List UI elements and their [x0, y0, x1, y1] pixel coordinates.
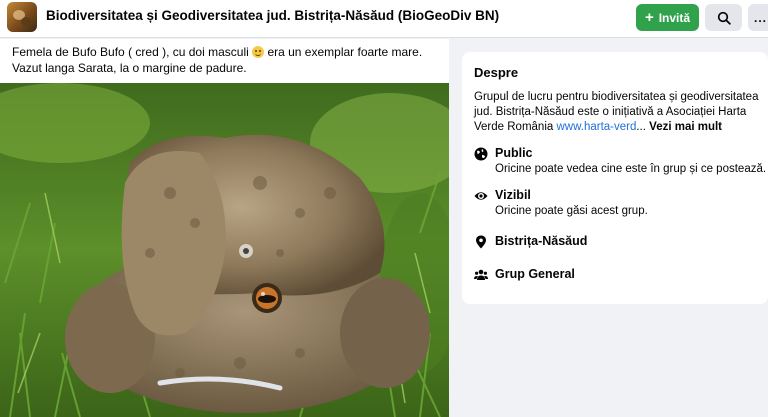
post-card: Femela de Bufo Bufo ( cred ), cu doi mas… — [0, 39, 449, 417]
smile-emoji-icon — [252, 46, 265, 58]
visibility-description: Oricine poate găsi acest grup. — [495, 205, 648, 217]
post-photo[interactable] — [0, 83, 449, 417]
privacy-label: Public — [495, 146, 533, 160]
invite-button[interactable]: + Invită — [636, 4, 699, 31]
about-description: Grupul de lucru pentru biodiversitatea ș… — [474, 90, 766, 135]
visibility-label: Vizibil — [495, 188, 531, 202]
see-more-link[interactable]: Vezi mai mult — [649, 121, 722, 133]
post-text: Femela de Bufo Bufo ( cred ), cu doi mas… — [12, 44, 440, 76]
harta-verde-link[interactable]: www.harta-verd — [556, 121, 636, 133]
privacy-description: Oricine poate vedea cine este în grup și… — [495, 163, 767, 175]
about-ellipsis: ... — [636, 121, 646, 133]
location-pin-icon — [476, 235, 486, 249]
group-header: Biodiversitatea și Geodiversitatea jud. … — [0, 0, 768, 38]
invite-label: Invită — [658, 10, 691, 25]
more-options-label: ... — [754, 10, 768, 25]
post-text-part-1: Femela de Bufo Bufo ( cred ), cu doi mas… — [12, 45, 253, 59]
about-title: Despre — [474, 65, 519, 80]
globe-icon — [474, 147, 488, 161]
plus-icon: + — [644, 9, 654, 26]
eye-icon — [474, 192, 488, 200]
group-avatar[interactable] — [7, 2, 37, 32]
search-button[interactable] — [705, 4, 742, 31]
about-card: Despre Grupul de lucru pentru biodiversi… — [462, 52, 768, 304]
search-icon — [717, 11, 731, 25]
group-title[interactable]: Biodiversitatea și Geodiversitatea jud. … — [46, 8, 499, 23]
more-options-button[interactable]: ... — [748, 4, 768, 31]
location-label[interactable]: Bistrița-Năsăud — [495, 234, 587, 248]
category-label: Grup General — [495, 267, 575, 281]
toad-photo-icon — [0, 83, 449, 417]
group-icon — [474, 269, 488, 280]
